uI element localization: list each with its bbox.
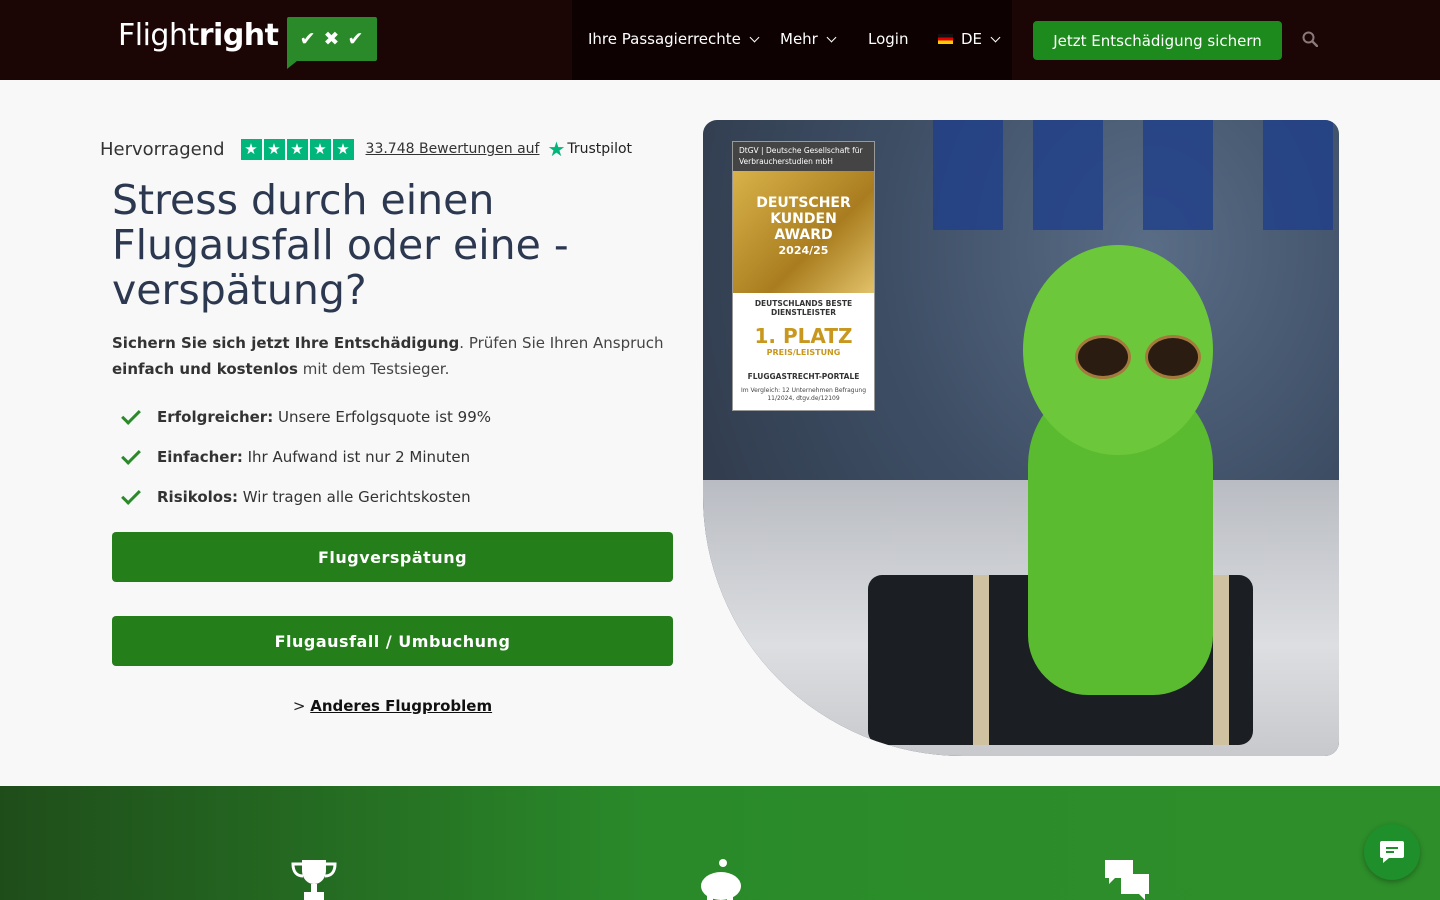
award-category: FLUGGASTRECHT-PORTALE	[747, 372, 860, 381]
benefit-item: Erfolgreicher: Unsere Erfolgsquote ist 9…	[121, 404, 492, 429]
page-title: Stress durch einen Flugausfall oder eine…	[112, 176, 569, 314]
other-prefix: >	[292, 697, 311, 715]
award-line1: DEUTSCHER	[756, 195, 851, 211]
nav-label: Login	[868, 30, 909, 48]
flight-delay-button[interactable]: Flugverspätung	[112, 532, 673, 582]
search-icon[interactable]	[1302, 31, 1318, 47]
secure-compensation-button[interactable]: Jetzt Entschädigung sichern	[1033, 21, 1282, 60]
suitcase-strap	[1213, 575, 1229, 745]
benefit-strong: Erfolgreicher:	[157, 408, 274, 426]
trustpilot-star-icon: ★	[547, 137, 566, 161]
other-flight-problem-link[interactable]: Anderes Flugproblem	[310, 697, 492, 715]
award-subtitle: DEUTSCHLANDS BESTE DIENSTLEISTER	[754, 299, 853, 317]
german-flag-icon	[938, 34, 953, 44]
sunglasses-left	[1075, 335, 1131, 379]
trophy-icon	[291, 860, 337, 900]
award-line3: AWARD	[774, 227, 833, 243]
award-category-small: PREIS/LEISTUNG	[766, 348, 841, 357]
chevron-down-icon	[749, 32, 760, 42]
language-selector[interactable]: DE	[938, 28, 1001, 50]
piggy-bank-icon	[701, 859, 741, 900]
other-problem-row: > Anderes Flugproblem	[112, 697, 673, 715]
hero-lead: Sichern Sie sich jetzt Ihre Entschädigun…	[112, 330, 682, 382]
cross-icon: ✖	[323, 28, 340, 50]
trustpilot-rating: Hervorragend ★ ★ ★ ★ ★ 33.748 Bewertunge…	[100, 137, 632, 161]
nav-label: Ihre Passagierrechte	[588, 30, 741, 48]
star-rating: ★ ★ ★ ★ ★	[240, 138, 354, 160]
trustpilot-logo[interactable]: ★ Trustpilot	[547, 137, 632, 161]
trustpilot-label: Trustpilot	[567, 141, 633, 157]
checkmark-icon	[121, 404, 141, 425]
lead-strong-1: Sichern Sie sich jetzt Ihre Entschädigun…	[112, 334, 460, 352]
check-icon: ✔	[347, 28, 364, 50]
departure-board	[1263, 120, 1333, 230]
check-icon: ✔	[299, 28, 316, 50]
benefit-text: Unsere Erfolgsquote ist 99%	[273, 408, 492, 426]
award-note: Im Vergleich: 12 Unternehmen Befragung 1…	[740, 387, 867, 402]
departure-board	[933, 120, 1003, 230]
feature-band	[0, 786, 1440, 900]
award-seal: DEUTSCHER KUNDEN AWARD 2024/25	[733, 171, 874, 293]
chat-launcher-button[interactable]	[1364, 824, 1420, 880]
lead-strong-2: einfach und kostenlos	[112, 360, 298, 378]
language-label: DE	[961, 30, 983, 48]
star-icon: ★	[263, 138, 285, 160]
nav-login[interactable]: Login	[868, 28, 908, 50]
chat-icon	[1380, 841, 1404, 863]
flight-cancellation-button[interactable]: Flugausfall / Umbuchung	[112, 616, 673, 666]
sunglasses-right	[1145, 335, 1201, 379]
benefit-text: Ihr Aufwand ist nur 2 Minuten	[242, 448, 471, 466]
star-icon: ★	[240, 138, 262, 160]
logo-check-badge: ✔ ✖ ✔	[286, 17, 377, 69]
logo-wordmark: Flightright	[118, 18, 279, 53]
star-icon: ★	[286, 138, 308, 160]
benefit-text: Wir tragen alle Gerichtskosten	[238, 488, 471, 506]
star-icon: ★	[309, 138, 331, 160]
suitcase-strap	[973, 575, 989, 745]
nav-mehr[interactable]: Mehr	[780, 28, 837, 50]
checkmark-icon	[121, 484, 141, 505]
benefit-strong: Risikolos:	[157, 488, 239, 506]
lead-text-2: mit dem Testsieger.	[297, 360, 450, 378]
checkmark-icon	[121, 444, 141, 465]
star-icon: ★	[332, 138, 354, 160]
nav-label: Mehr	[780, 30, 818, 48]
award-line2: KUNDEN	[770, 211, 837, 227]
green-mascot	[1023, 245, 1213, 695]
award-place: 1. PLATZ	[754, 324, 853, 348]
chevron-down-icon	[826, 32, 837, 42]
benefit-list: Erfolgreicher: Unsere Erfolgsquote ist 9…	[121, 404, 492, 525]
award-org: DtGV | Deutsche Gesellschaft für Verbrau…	[733, 142, 874, 171]
reviews-link[interactable]: 33.748 Bewertungen auf	[366, 141, 540, 157]
departure-board	[1033, 120, 1103, 230]
rating-word: Hervorragend	[100, 138, 225, 160]
nav-passagierrechte[interactable]: Ihre Passagierrechte	[588, 28, 760, 50]
award-year: 2024/25	[778, 244, 829, 257]
award-badge: DtGV | Deutsche Gesellschaft für Verbrau…	[732, 141, 875, 411]
chat-bubbles-icon	[1105, 860, 1149, 900]
site-header: Flightright ✔ ✖ ✔ Ihre Passagierrechte M…	[0, 0, 1440, 80]
chevron-down-icon	[990, 32, 1001, 42]
benefit-item: Risikolos: Wir tragen alle Gerichtskoste…	[121, 484, 491, 509]
flightright-logo[interactable]: Flightright ✔ ✖ ✔	[118, 16, 377, 69]
benefit-strong: Einfacher:	[157, 448, 243, 466]
lead-text-1: . Prüfen Sie Ihren Anspruch	[459, 334, 664, 352]
departure-board	[1143, 120, 1213, 230]
benefit-item: Einfacher: Ihr Aufwand ist nur 2 Minuten	[121, 444, 491, 469]
